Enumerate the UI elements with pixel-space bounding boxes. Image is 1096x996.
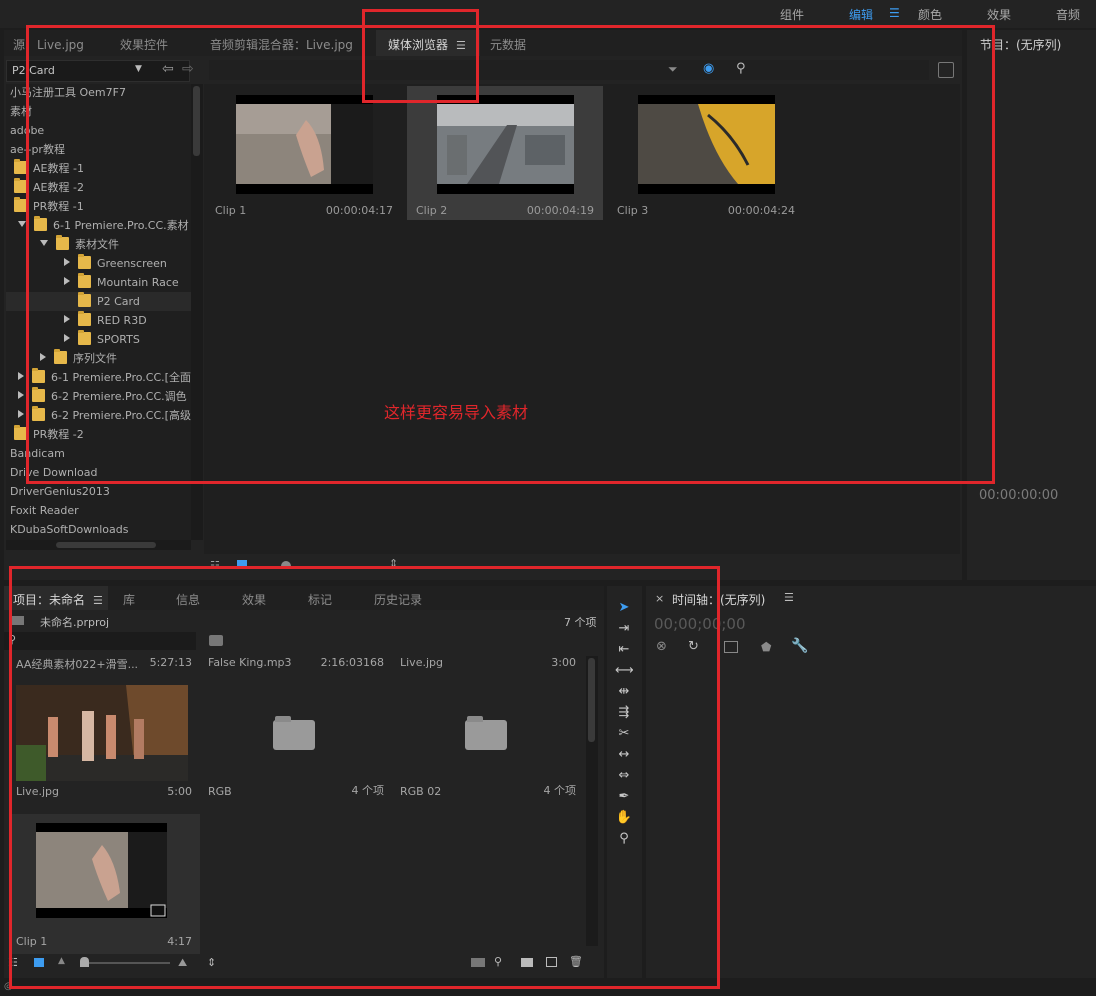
workspace-menu-icon[interactable]: ☰ — [889, 6, 900, 20]
add-marker-icon[interactable] — [724, 641, 738, 653]
tree-item-label: KDubaSoftDownloads — [10, 523, 129, 536]
collapsed-arrow-icon[interactable] — [18, 372, 24, 380]
marker-icon[interactable]: ⬟ — [761, 640, 771, 654]
panel-menu-icon[interactable]: ☰ — [784, 591, 794, 604]
workspace-color[interactable]: 颜色 — [918, 6, 942, 23]
annotation-box-media-tab — [362, 9, 479, 103]
annotation-box-project — [9, 566, 720, 989]
workspace-bar: 组件 编辑 ☰ 颜色 效果 音频 — [0, 0, 1096, 28]
workspace-effects[interactable]: 效果 — [987, 6, 1011, 23]
tree-item-label: DriverGenius2013 — [10, 485, 110, 498]
wrench-icon[interactable]: 🔧 — [791, 638, 808, 654]
collapsed-arrow-icon[interactable] — [18, 410, 24, 418]
annotation-box-media-area — [26, 25, 995, 484]
tree-hscroll-thumb[interactable] — [56, 542, 156, 548]
expanded-arrow-icon[interactable] — [18, 221, 26, 227]
workspace-editing[interactable]: 编辑 — [849, 6, 873, 23]
collapsed-arrow-icon[interactable] — [18, 391, 24, 399]
tree-hscrollbar[interactable] — [6, 540, 191, 550]
tree-item[interactable]: DriverGenius2013 — [10, 482, 110, 501]
tree-item[interactable]: Foxit Reader — [10, 501, 79, 520]
tree-item-label: Foxit Reader — [10, 504, 79, 517]
tree-item[interactable]: KDubaSoftDownloads — [10, 520, 129, 539]
workspace-audio[interactable]: 音频 — [1056, 6, 1080, 23]
program-timecode: 00:00:00:00 — [979, 488, 1059, 503]
workspace-assembly[interactable]: 组件 — [780, 6, 804, 23]
